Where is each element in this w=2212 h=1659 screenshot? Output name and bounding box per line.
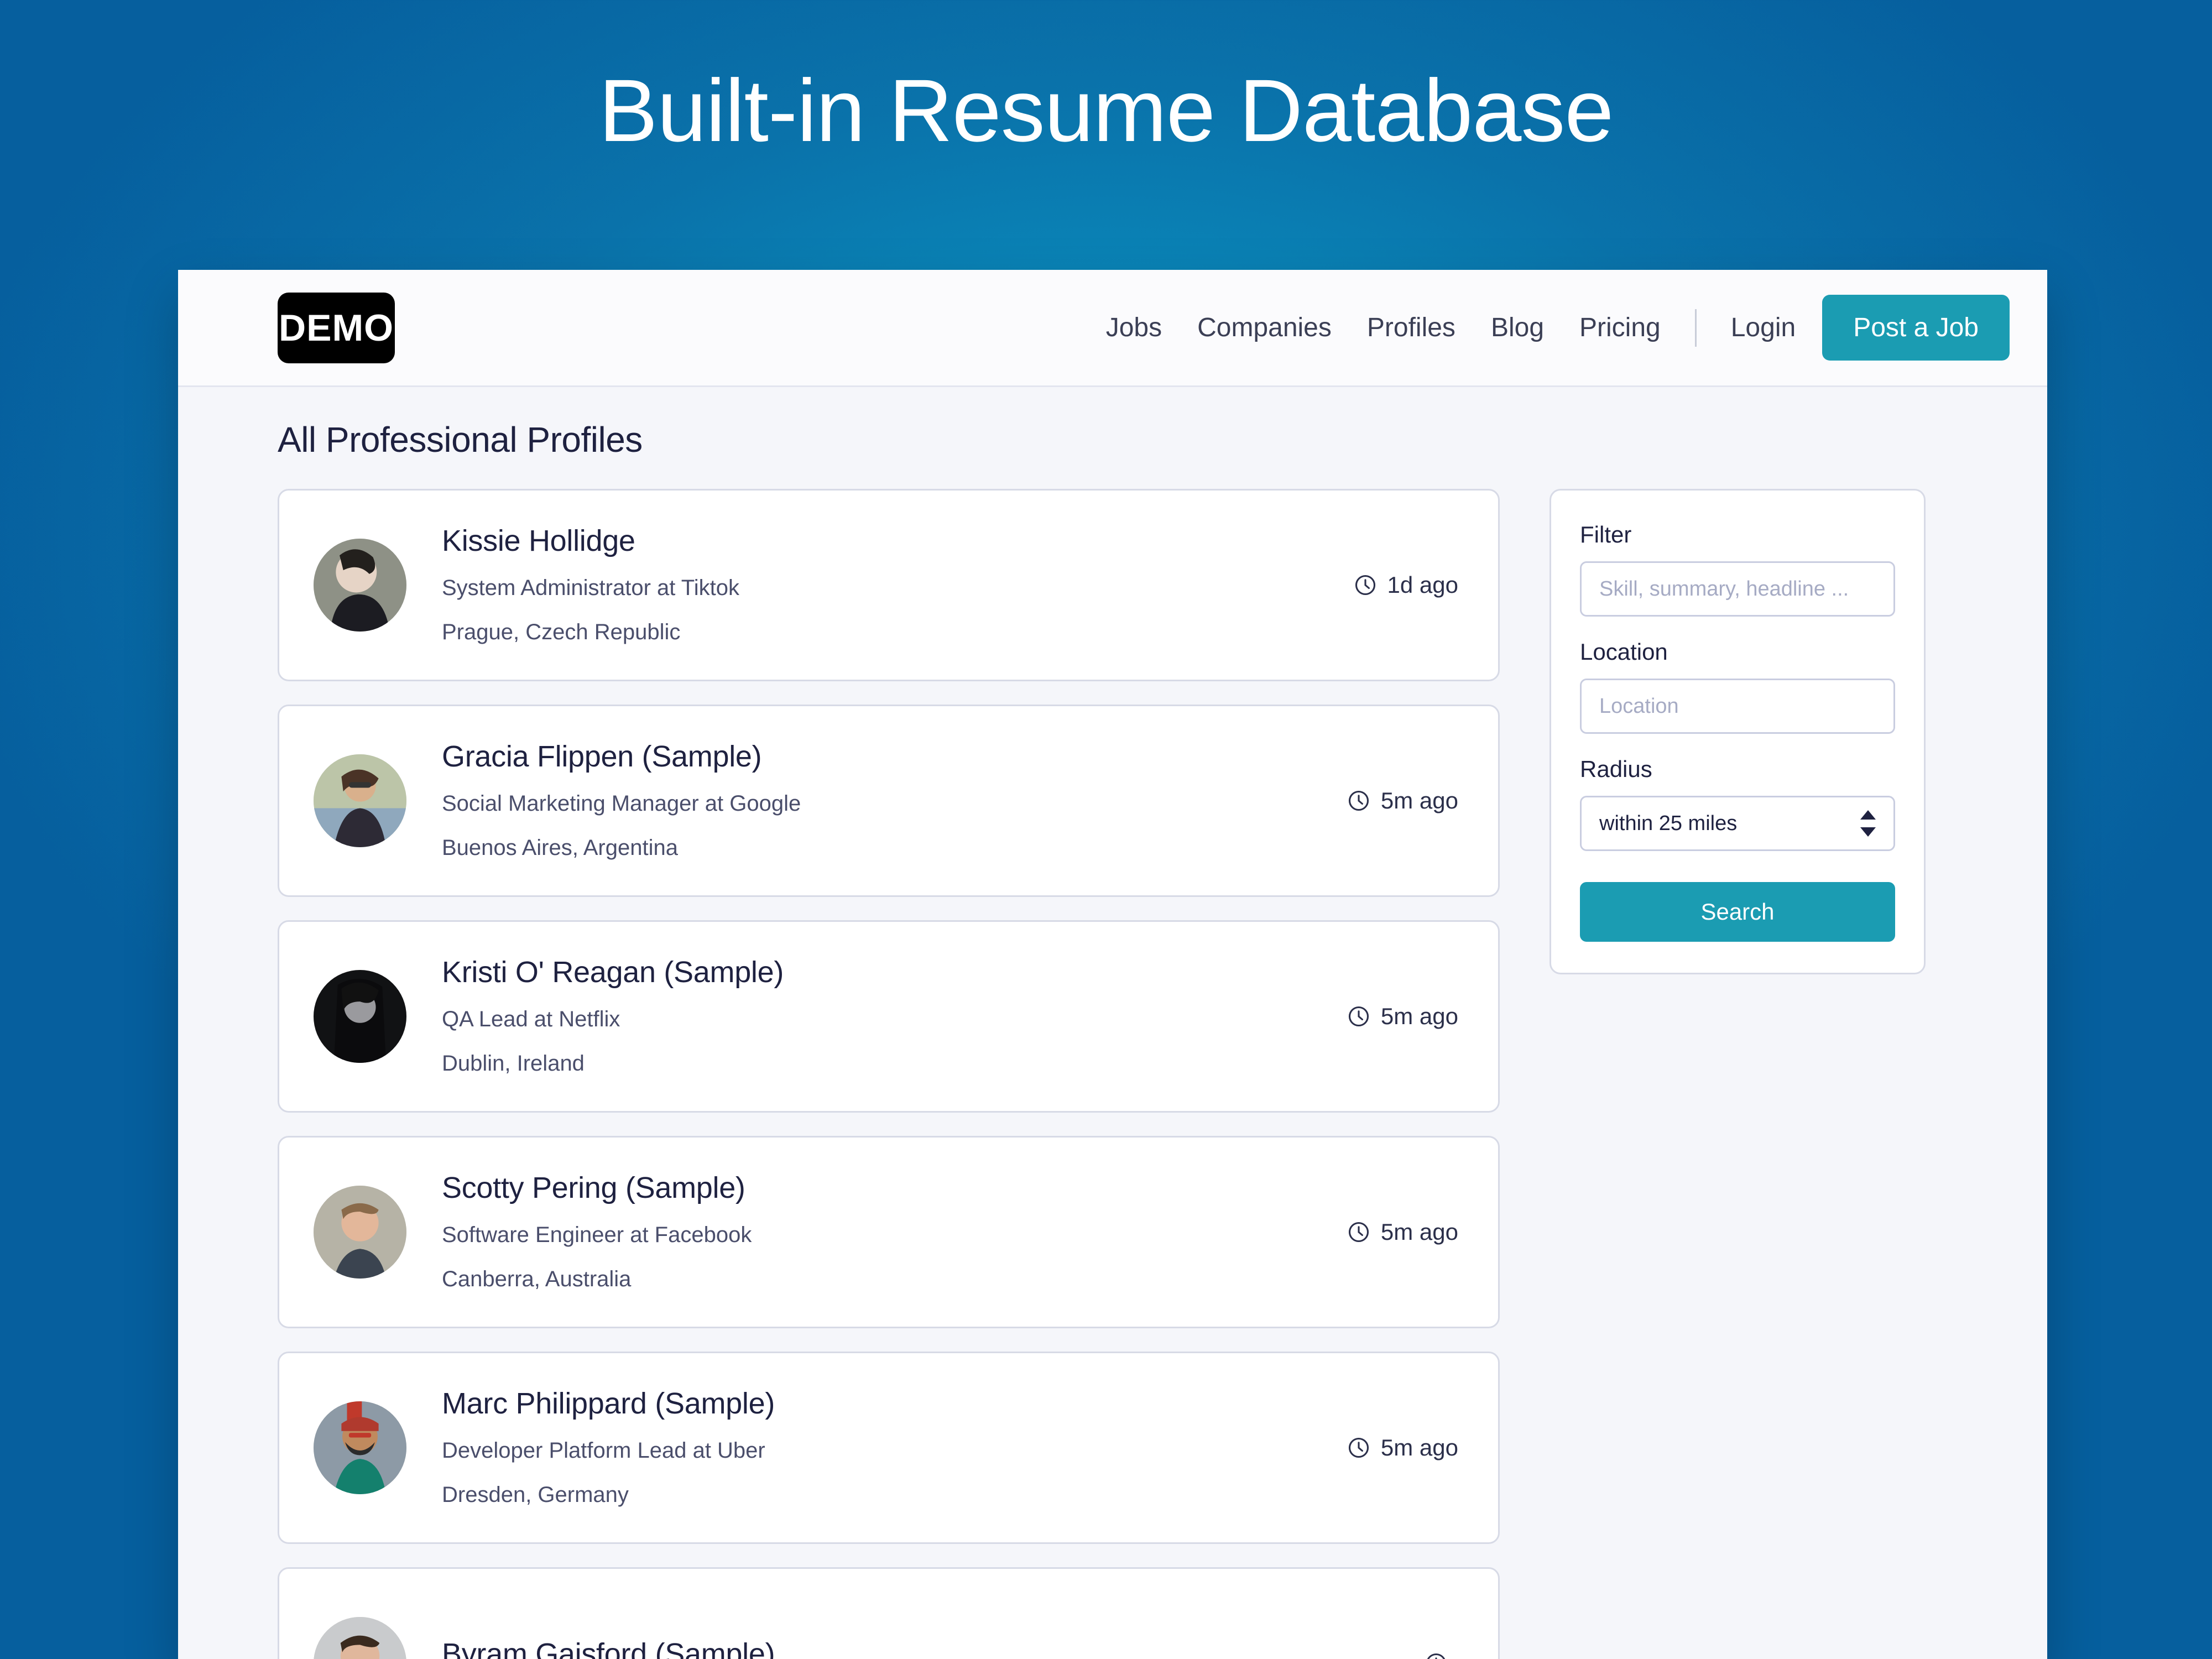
profile-card[interactable]: Kissie Hollidge System Administrator at … bbox=[278, 489, 1500, 681]
avatar bbox=[314, 1186, 406, 1279]
clock-icon bbox=[1347, 1220, 1371, 1244]
profile-card[interactable]: Scotty Pering (Sample) Software Engineer… bbox=[278, 1136, 1500, 1328]
profile-name[interactable]: Byram Gaisford (Sample) bbox=[442, 1637, 1424, 1659]
clock-icon bbox=[1353, 573, 1378, 597]
radius-label: Radius bbox=[1580, 756, 1652, 782]
post-a-job-button[interactable]: Post a Job bbox=[1822, 295, 2010, 361]
location-label: Location bbox=[1580, 639, 1668, 665]
profile-card[interactable]: Byram Gaisford (Sample) bbox=[278, 1567, 1500, 1659]
nav-link-jobs[interactable]: Jobs bbox=[1088, 312, 1180, 343]
page-content: All Professional Profiles Kissie Hollidg… bbox=[178, 387, 2047, 1659]
profile-time-text: 5m ago bbox=[1380, 1434, 1458, 1460]
profile-name[interactable]: Gracia Flippen (Sample) bbox=[442, 740, 1347, 773]
radius-select-wrap: within 25 miles bbox=[1580, 796, 1895, 851]
avatar bbox=[314, 1617, 406, 1659]
profile-time-text: 5m ago bbox=[1380, 1219, 1458, 1245]
profile-time: 5m ago bbox=[1347, 1434, 1458, 1461]
site-header: DEMO Jobs Companies Profiles Blog Pricin… bbox=[178, 270, 2047, 387]
profile-time-text: 1d ago bbox=[1387, 572, 1458, 598]
profile-time: 5m ago bbox=[1347, 1003, 1458, 1030]
site-logo[interactable]: DEMO bbox=[278, 292, 395, 363]
profile-info: Gracia Flippen (Sample) Social Marketing… bbox=[442, 740, 1347, 860]
logo-text: DEMO bbox=[279, 306, 394, 349]
profile-time: 5m ago bbox=[1347, 787, 1458, 814]
filter-card: Filter Location Radius within 25 miles bbox=[1550, 489, 1926, 974]
nav-link-blog[interactable]: Blog bbox=[1473, 312, 1562, 343]
hero-title: Built-in Resume Database bbox=[598, 61, 1614, 160]
profile-headline: Developer Platform Lead at Uber bbox=[442, 1438, 765, 1463]
filter-keyword-input[interactable] bbox=[1580, 561, 1895, 617]
profile-name[interactable]: Kristi O' Reagan (Sample) bbox=[442, 956, 1347, 989]
profile-card[interactable]: Gracia Flippen (Sample) Social Marketing… bbox=[278, 705, 1500, 897]
profile-card[interactable]: Marc Philippard (Sample) Developer Platf… bbox=[278, 1352, 1500, 1544]
page-title: All Professional Profiles bbox=[278, 420, 643, 460]
profile-name[interactable]: Scotty Pering (Sample) bbox=[442, 1171, 1347, 1204]
nav-link-companies[interactable]: Companies bbox=[1180, 312, 1349, 343]
profile-location: Buenos Aires, Argentina bbox=[442, 835, 678, 860]
radius-selected-value: within 25 miles bbox=[1599, 811, 1738, 835]
profile-location: Prague, Czech Republic bbox=[442, 619, 681, 644]
profile-list: Kissie Hollidge System Administrator at … bbox=[278, 489, 1500, 1659]
profile-card[interactable]: Kristi O' Reagan (Sample) QA Lead at Net… bbox=[278, 920, 1500, 1113]
avatar bbox=[314, 754, 406, 847]
avatar bbox=[314, 970, 406, 1063]
profile-info: Byram Gaisford (Sample) bbox=[442, 1637, 1424, 1659]
profile-info: Marc Philippard (Sample) Developer Platf… bbox=[442, 1387, 1347, 1507]
profile-time: 5m ago bbox=[1347, 1219, 1458, 1245]
profile-location: Dresden, Germany bbox=[442, 1482, 629, 1507]
clock-icon bbox=[1347, 789, 1371, 813]
profile-info: Kissie Hollidge System Administrator at … bbox=[442, 524, 1353, 645]
main-navigation: Jobs Companies Profiles Blog Pricing Log… bbox=[1088, 295, 2010, 361]
clock-icon bbox=[1347, 1004, 1371, 1029]
chevron-updown-icon bbox=[1860, 810, 1876, 837]
clock-icon bbox=[1347, 1436, 1371, 1460]
filter-label: Filter bbox=[1580, 521, 1632, 547]
avatar bbox=[314, 1401, 406, 1494]
search-button[interactable]: Search bbox=[1580, 882, 1895, 942]
profile-headline: Social Marketing Manager at Google bbox=[442, 791, 801, 816]
profile-info: Scotty Pering (Sample) Software Engineer… bbox=[442, 1171, 1347, 1292]
nav-divider bbox=[1694, 309, 1697, 347]
filter-sidebar: Filter Location Radius within 25 miles bbox=[1550, 489, 1926, 974]
profile-time bbox=[1424, 1651, 1458, 1659]
nav-link-pricing[interactable]: Pricing bbox=[1562, 312, 1678, 343]
nav-link-login[interactable]: Login bbox=[1713, 312, 1822, 343]
profile-time-text: 5m ago bbox=[1380, 1003, 1458, 1029]
profile-headline: Software Engineer at Facebook bbox=[442, 1222, 752, 1247]
profile-time: 1d ago bbox=[1353, 572, 1458, 598]
avatar bbox=[314, 539, 406, 632]
profile-location: Dublin, Ireland bbox=[442, 1051, 585, 1076]
browser-window: DEMO Jobs Companies Profiles Blog Pricin… bbox=[178, 270, 2047, 1659]
profile-time-text: 5m ago bbox=[1380, 787, 1458, 813]
profile-location: Canberra, Australia bbox=[442, 1266, 632, 1291]
profile-info: Kristi O' Reagan (Sample) QA Lead at Net… bbox=[442, 956, 1347, 1076]
profile-name[interactable]: Marc Philippard (Sample) bbox=[442, 1387, 1347, 1420]
profile-headline: QA Lead at Netflix bbox=[442, 1006, 620, 1031]
location-input[interactable] bbox=[1580, 679, 1895, 734]
profile-name[interactable]: Kissie Hollidge bbox=[442, 524, 1353, 557]
content-columns: Kissie Hollidge System Administrator at … bbox=[278, 489, 2010, 1659]
radius-select[interactable]: within 25 miles bbox=[1580, 796, 1895, 851]
clock-icon bbox=[1424, 1651, 1448, 1659]
profile-headline: System Administrator at Tiktok bbox=[442, 575, 739, 600]
nav-link-profiles[interactable]: Profiles bbox=[1349, 312, 1473, 343]
